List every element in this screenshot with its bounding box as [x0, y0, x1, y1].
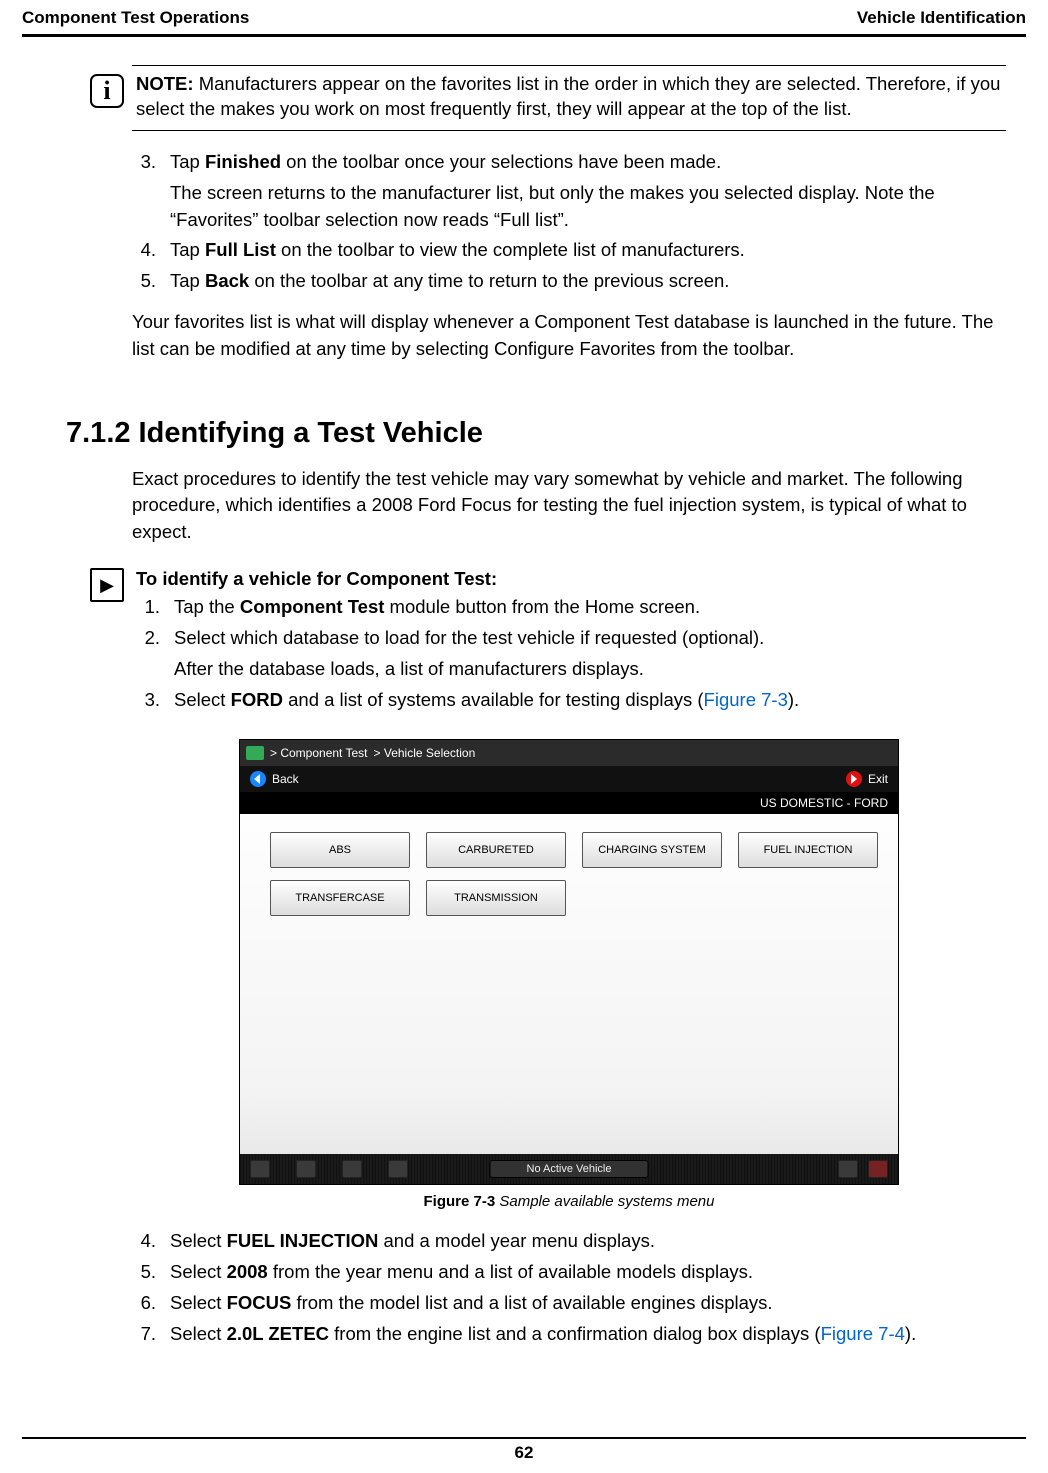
system-button-transfercase[interactable]: TRANSFERCASE: [270, 880, 410, 916]
list-item: 6. Select FOCUS from the model list and …: [132, 1290, 1006, 1317]
exit-arrow-icon: [846, 771, 862, 787]
toolbar-icon[interactable]: [296, 1160, 316, 1178]
screenshot-titlebar: > Component Test > Vehicle Selection: [240, 740, 898, 766]
list-item: 2. Select which database to load for the…: [136, 625, 1006, 683]
step-number: 3.: [136, 687, 160, 714]
step-subtext: The screen returns to the manufacturer l…: [170, 180, 1006, 234]
note-top-rule: [132, 65, 1006, 66]
step-number: 2.: [136, 625, 160, 683]
step-number: 4.: [132, 237, 156, 264]
list-item: 1. Tap the Component Test module button …: [136, 594, 1006, 621]
step-number: 5.: [132, 268, 156, 295]
breadcrumb: > Component Test: [270, 746, 368, 760]
back-arrow-icon: [250, 771, 266, 787]
body-paragraph: Your favorites list is what will display…: [132, 309, 1006, 363]
figure-caption: Figure 7-3 Sample available systems menu: [239, 1193, 899, 1210]
step-number: 1.: [136, 594, 160, 621]
header-left: Component Test Operations: [22, 8, 249, 28]
step-number: 6.: [132, 1290, 156, 1317]
step-number: 5.: [132, 1259, 156, 1286]
system-button-abs[interactable]: ABS: [270, 832, 410, 868]
back-button[interactable]: Back: [250, 771, 299, 787]
context-bar: US DOMESTIC - FORD: [240, 792, 898, 814]
note-text: Manufacturers appear on the favorites li…: [136, 73, 1000, 119]
step-number: 7.: [132, 1321, 156, 1348]
logo-icon: [246, 746, 264, 760]
screenshot-footer: No Active Vehicle: [240, 1154, 898, 1184]
exit-button[interactable]: Exit: [846, 771, 888, 787]
section-heading: 7.1.2 Identifying a Test Vehicle: [66, 417, 1006, 450]
header-right: Vehicle Identification: [857, 8, 1026, 28]
page-number: 62: [0, 1443, 1048, 1463]
header-rule: [22, 34, 1026, 37]
status-badge: No Active Vehicle: [490, 1160, 649, 1178]
wifi-icon: [838, 1160, 858, 1178]
breadcrumb: > Vehicle Selection: [374, 746, 476, 760]
body-paragraph: Exact procedures to identify the test ve…: [132, 466, 1006, 546]
step-subtext: After the database loads, a list of manu…: [174, 656, 1006, 683]
toolbar-icon[interactable]: [388, 1160, 408, 1178]
note-bottom-rule: [132, 130, 1006, 131]
toolbar-icon[interactable]: [342, 1160, 362, 1178]
list-item: 4. Select FUEL INJECTION and a model yea…: [132, 1228, 1006, 1255]
play-icon: ▶: [90, 568, 124, 602]
step-number: 3.: [132, 149, 156, 233]
figure-7-3: > Component Test > Vehicle Selection Bac…: [239, 739, 899, 1210]
home-icon[interactable]: [250, 1160, 270, 1178]
procedure-title: To identify a vehicle for Component Test…: [136, 568, 1006, 590]
exit-label: Exit: [868, 772, 888, 786]
system-button-transmission[interactable]: TRANSMISSION: [426, 880, 566, 916]
system-button-carbureted[interactable]: CARBURETED: [426, 832, 566, 868]
list-item: 5. Tap Back on the toolbar at any time t…: [132, 268, 1006, 295]
figure-link[interactable]: Figure 7-3: [704, 689, 788, 710]
system-button-charging-system[interactable]: CHARGING SYSTEM: [582, 832, 722, 868]
info-icon: i: [90, 74, 124, 108]
list-item: 4. Tap Full List on the toolbar to view …: [132, 237, 1006, 264]
note-body: NOTE: Manufacturers appear on the favori…: [136, 72, 1006, 122]
list-item: 3. Tap Finished on the toolbar once your…: [132, 149, 1006, 233]
footer-rule: [22, 1437, 1026, 1439]
list-item: 7. Select 2.0L ZETEC from the engine lis…: [132, 1321, 1006, 1348]
list-item: 5. Select 2008 from the year menu and a …: [132, 1259, 1006, 1286]
figure-link[interactable]: Figure 7-4: [821, 1323, 905, 1344]
note-title: NOTE:: [136, 73, 194, 94]
system-button-fuel-injection[interactable]: FUEL INJECTION: [738, 832, 878, 868]
battery-icon: [868, 1160, 888, 1178]
list-item: 3. Select FORD and a list of systems ava…: [136, 687, 1006, 714]
step-number: 4.: [132, 1228, 156, 1255]
back-label: Back: [272, 772, 299, 786]
